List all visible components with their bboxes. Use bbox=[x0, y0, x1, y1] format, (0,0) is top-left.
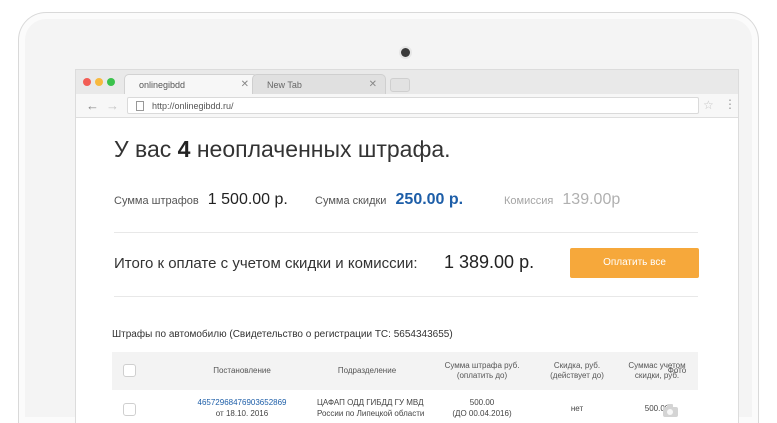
tab-bar: onlinegibdd ✕ New Tab ✕ bbox=[76, 70, 738, 94]
department-line: ЦАФАП ОДД ГИБДД ГУ МВД bbox=[317, 398, 424, 407]
column-header-discount: Скидка, руб. (действует до) bbox=[532, 361, 622, 381]
commission-label: Комиссия bbox=[504, 195, 554, 207]
table-header: Постановление Подразделение Сумма штрафа… bbox=[112, 352, 698, 390]
new-tab-button[interactable] bbox=[390, 78, 410, 92]
back-arrow-icon[interactable]: ← bbox=[86, 98, 99, 113]
page-content: У вас 4 неоплаченных штрафа. Сумма штраф… bbox=[76, 118, 738, 423]
with-discount-cell: 500.00 bbox=[644, 404, 670, 413]
decree-cell: 46572968476903652869 от 18.10. 2016 bbox=[182, 397, 302, 419]
headline-prefix: У вас bbox=[114, 136, 172, 162]
discount-cell: нет bbox=[570, 404, 584, 413]
menu-dots-icon[interactable]: ⋮ bbox=[724, 97, 736, 111]
minimize-window-button[interactable] bbox=[95, 78, 103, 86]
column-header-department: Подразделение bbox=[337, 366, 397, 375]
browser-window: onlinegibdd ✕ New Tab ✕ ← → http://onlin… bbox=[75, 69, 739, 423]
fines-sum: Сумма штрафов 1 500.00 р. bbox=[114, 191, 288, 209]
column-header-decree: Постановление bbox=[213, 366, 271, 375]
column-header-photo: Фото bbox=[667, 366, 687, 375]
address-bar: ← → http://onlinegibdd.ru/ ☆ ⋮ bbox=[76, 94, 738, 118]
pay-all-button[interactable]: Оплатить все bbox=[570, 248, 699, 278]
tab-label: onlinegibdd bbox=[139, 80, 186, 90]
close-window-button[interactable] bbox=[83, 78, 91, 86]
amount-value: 500.00 bbox=[469, 398, 495, 407]
discount-sum-label: Сумма скидки bbox=[315, 195, 387, 207]
laptop-frame: onlinegibdd ✕ New Tab ✕ ← → http://onlin… bbox=[18, 12, 759, 423]
decree-date: от 18.10. 2016 bbox=[215, 409, 269, 418]
tab-new-tab[interactable]: New Tab ✕ bbox=[252, 74, 386, 94]
column-header-discount-line: (действует до) bbox=[550, 371, 604, 380]
select-all-checkbox[interactable] bbox=[123, 364, 136, 377]
total-label: Итого к оплате с учетом скидки и комисси… bbox=[114, 255, 418, 272]
table-row: 46572968476903652869 от 18.10. 2016 ЦАФА… bbox=[112, 390, 698, 423]
camera-icon[interactable] bbox=[663, 404, 678, 417]
column-header-amount: Сумма штрафа руб. (оплатить до) bbox=[432, 361, 532, 381]
divider bbox=[114, 232, 698, 233]
webcam-icon bbox=[401, 48, 410, 57]
tab-close-icon[interactable]: ✕ bbox=[241, 79, 249, 90]
unpaid-count: 4 bbox=[177, 136, 191, 162]
discount-sum-value: 250.00 р. bbox=[395, 191, 464, 208]
column-header-amount-line: Сумма штрафа руб. bbox=[444, 361, 520, 370]
department-line: России по Липецкой области bbox=[317, 409, 425, 418]
department-cell: ЦАФАП ОДД ГИБДД ГУ МВД России по Липецко… bbox=[317, 397, 437, 419]
forward-arrow-icon[interactable]: → bbox=[106, 98, 119, 113]
decree-number-link[interactable]: 46572968476903652869 bbox=[182, 397, 302, 408]
url-input[interactable]: http://onlinegibdd.ru/ bbox=[127, 97, 699, 114]
column-header-amount-line: (оплатить до) bbox=[456, 371, 508, 380]
url-text: http://onlinegibdd.ru/ bbox=[152, 101, 234, 111]
commission-value: 139.00р bbox=[562, 191, 621, 208]
row-checkbox[interactable] bbox=[123, 403, 136, 416]
column-header-discount-line: Скидка, руб. bbox=[553, 361, 601, 370]
fines-by-car-title: Штрафы по автомобилю (Свидетельство о ре… bbox=[112, 329, 453, 340]
fines-sum-value: 1 500.00 р. bbox=[207, 191, 288, 208]
commission: Комиссия 139.00р bbox=[504, 191, 620, 209]
tab-onlinegibdd[interactable]: onlinegibdd ✕ bbox=[124, 74, 258, 94]
discount-sum: Сумма скидки 250.00 р. bbox=[315, 191, 463, 209]
fines-sum-label: Сумма штрафов bbox=[114, 195, 199, 207]
total-value: 1 389.00 р. bbox=[444, 252, 535, 272]
page-title: У вас 4 неоплаченных штрафа. bbox=[114, 136, 451, 163]
tab-label: New Tab bbox=[267, 80, 302, 90]
headline-suffix: неоплаченных штрафа. bbox=[196, 136, 451, 162]
pay-until: (ДО 00.04.2016) bbox=[452, 409, 512, 418]
divider bbox=[114, 296, 698, 297]
maximize-window-button[interactable] bbox=[107, 78, 115, 86]
page-icon bbox=[136, 101, 144, 111]
bookmark-star-icon[interactable]: ☆ bbox=[703, 98, 714, 112]
amount-cell: 500.00 (ДО 00.04.2016) bbox=[432, 397, 532, 419]
tab-close-icon[interactable]: ✕ bbox=[369, 79, 377, 90]
